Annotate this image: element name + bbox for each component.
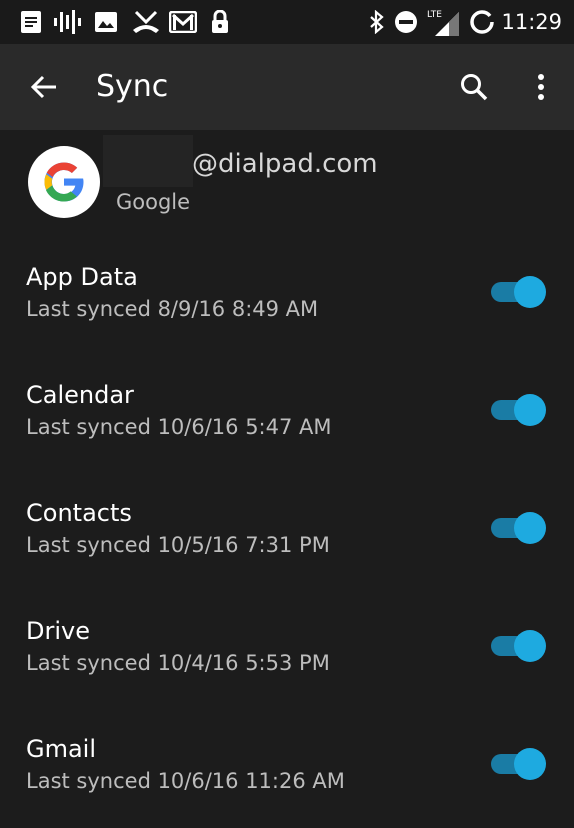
status-bar: LTE 11:29 [0, 0, 574, 44]
sync-item-last-synced: Last synced 10/4/16 5:53 PM [26, 651, 330, 675]
sync-item-label: Contacts [26, 499, 132, 527]
sync-item-app-data[interactable]: App Data Last synced 8/9/16 8:49 AM [0, 230, 574, 348]
sync-item-label: Drive [26, 617, 90, 645]
sync-item-label: Calendar [26, 381, 134, 409]
redacted-username [103, 135, 193, 187]
sync-item-last-synced: Last synced 10/6/16 11:26 AM [26, 769, 345, 793]
bluetooth-icon [366, 8, 388, 36]
sync-item-contacts[interactable]: Contacts Last synced 10/5/16 7:31 PM [0, 466, 574, 584]
arrow-back-icon[interactable] [22, 65, 66, 109]
account-header: @dialpad.com Google [0, 130, 574, 230]
image-icon [92, 8, 120, 36]
sync-item-label: Gmail [26, 735, 97, 763]
signal-icon: LTE [426, 8, 460, 36]
sync-item-calendar[interactable]: Calendar Last synced 10/6/16 5:47 AM [0, 348, 574, 466]
missed-call-icon [130, 8, 162, 36]
sync-toggle-drive[interactable] [488, 628, 548, 664]
sync-item-last-synced: Last synced 10/5/16 7:31 PM [26, 533, 330, 557]
sync-item-drive[interactable]: Drive Last synced 10/4/16 5:53 PM [0, 584, 574, 702]
do-not-disturb-icon [393, 8, 419, 36]
sync-item-last-synced: Last synced 8/9/16 8:49 AM [26, 297, 319, 321]
lock-icon [208, 8, 232, 36]
network-type-label: LTE [427, 10, 442, 20]
sync-item-label: App Data [26, 263, 138, 291]
account-type: Google [116, 190, 191, 214]
page-title: Sync [96, 69, 169, 104]
audio-bars-icon [52, 8, 82, 36]
sync-toggle-contacts[interactable] [488, 510, 548, 546]
sync-item-last-synced: Last synced 10/6/16 5:47 AM [26, 415, 332, 439]
sync-toggle-app-data[interactable] [488, 274, 548, 310]
google-logo-icon [28, 146, 100, 218]
gmail-icon [168, 8, 198, 36]
battery-ring-icon [468, 8, 496, 36]
sync-list: App Data Last synced 8/9/16 8:49 AM Cale… [0, 230, 574, 820]
app-bar: Sync [0, 44, 574, 130]
notes-icon [18, 8, 44, 36]
sync-toggle-gmail[interactable] [488, 746, 548, 782]
sync-toggle-calendar[interactable] [488, 392, 548, 428]
search-icon[interactable] [452, 65, 496, 109]
status-clock: 11:29 [501, 10, 562, 34]
more-vert-icon[interactable] [519, 65, 563, 109]
account-email: @dialpad.com [192, 149, 378, 179]
sync-item-gmail[interactable]: Gmail Last synced 10/6/16 11:26 AM [0, 702, 574, 820]
